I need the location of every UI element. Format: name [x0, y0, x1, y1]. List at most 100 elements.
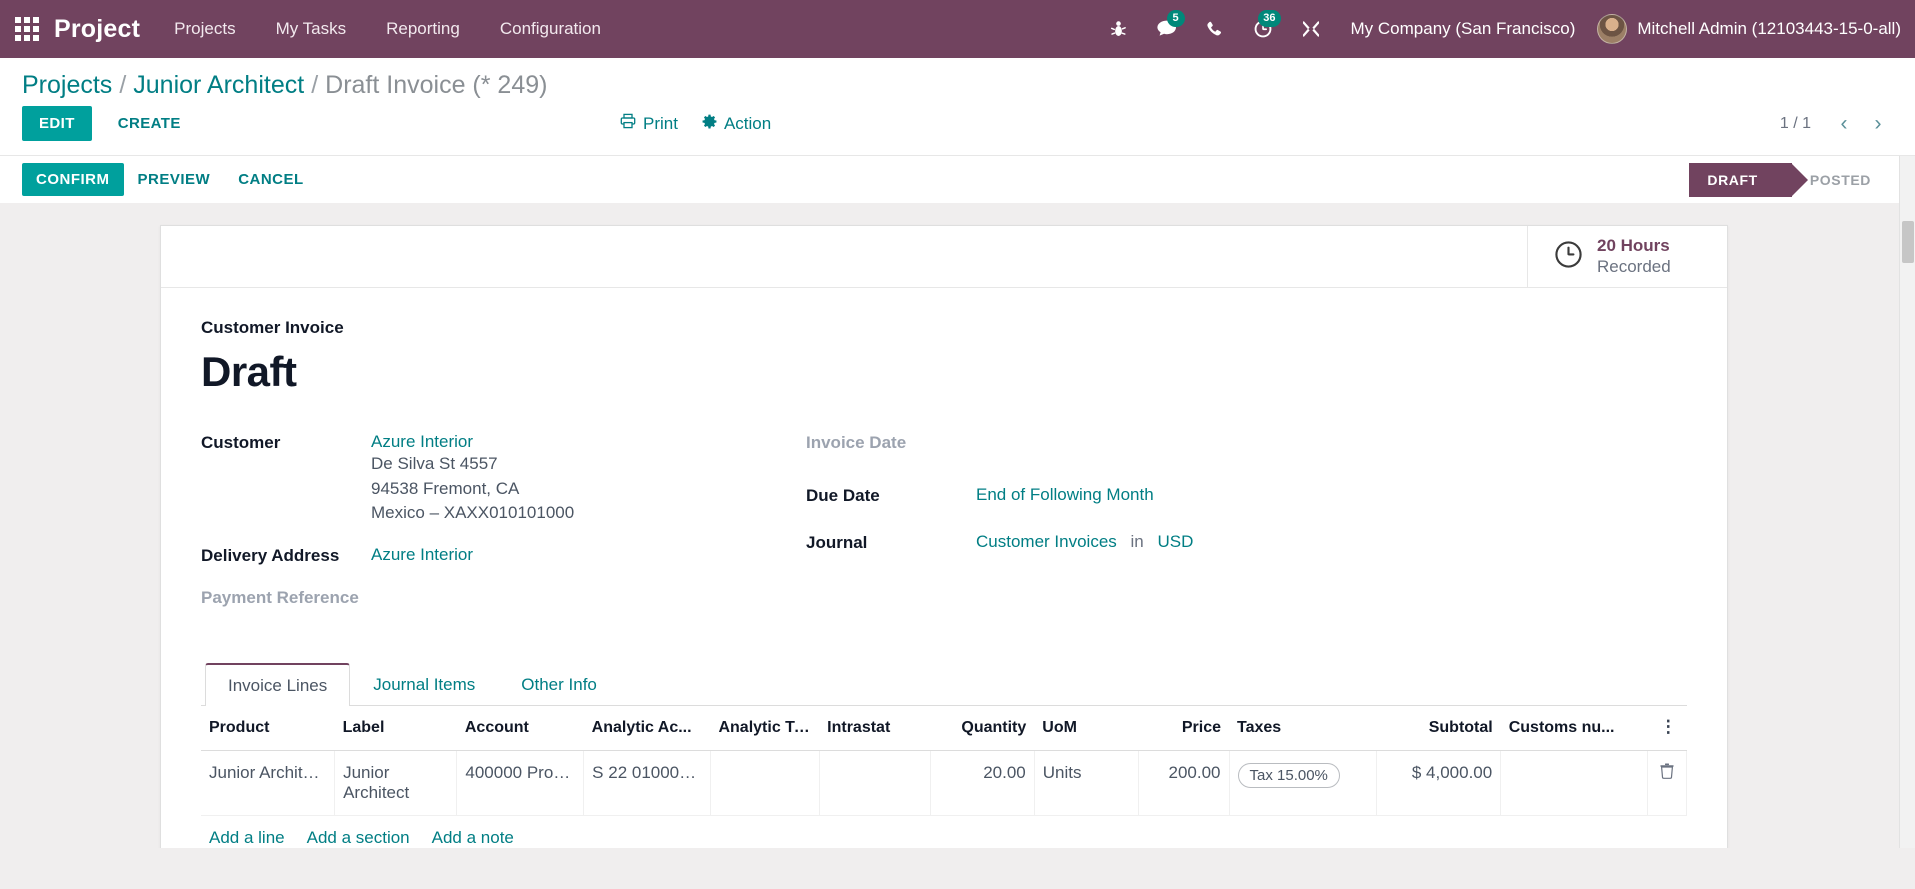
breadcrumb: Projects / Junior Architect / Draft Invo…: [0, 58, 1915, 106]
statusbar: CONFIRM PREVIEW CANCEL DRAFT POSTED: [0, 155, 1915, 203]
edit-button[interactable]: EDIT: [22, 106, 92, 141]
top-navbar: Project Projects My Tasks Reporting Conf…: [0, 0, 1915, 58]
cell-subtotal: $ 4,000.00: [1376, 750, 1502, 816]
chevron-left-icon[interactable]: ‹: [1829, 109, 1859, 139]
nav-item-configuration[interactable]: Configuration: [480, 0, 621, 58]
status-stage-posted[interactable]: POSTED: [1792, 163, 1893, 197]
column-header-taxes[interactable]: Taxes: [1229, 705, 1377, 751]
control-panel-dropdowns: Print Action: [620, 113, 771, 134]
create-button[interactable]: CREATE: [104, 106, 195, 141]
breadcrumb-separator: /: [119, 71, 127, 99]
print-menu[interactable]: Print: [620, 113, 678, 134]
add-a-section-link[interactable]: Add a section: [307, 828, 410, 848]
add-a-note-link[interactable]: Add a note: [432, 828, 514, 848]
user-menu[interactable]: Mitchell Admin (12103443-15-0-all): [1591, 14, 1901, 44]
status-stage-draft[interactable]: DRAFT: [1689, 162, 1809, 197]
phone-icon[interactable]: [1191, 0, 1239, 58]
nav-item-my-tasks[interactable]: My Tasks: [256, 0, 367, 58]
customer-link[interactable]: Azure Interior: [371, 432, 574, 452]
column-header-account[interactable]: Account: [456, 705, 584, 751]
journal-link[interactable]: Customer Invoices: [976, 532, 1117, 551]
column-options-toggle[interactable]: ⋮: [1647, 705, 1687, 751]
pager-counter[interactable]: 1 / 1: [1780, 115, 1825, 133]
form-content-area: 20 Hours Recorded Customer Invoice Draft…: [0, 203, 1915, 848]
field-value-customer: Azure Interior De Silva St 4557 94538 Fr…: [371, 432, 574, 526]
preview-button[interactable]: PREVIEW: [124, 163, 225, 196]
invoice-lines-header-row: Product Label Account Analytic Ac... Ana…: [201, 705, 1687, 751]
smart-button-value: 20 Hours: [1597, 236, 1670, 256]
field-value-due-date: End of Following Month: [976, 485, 1154, 505]
column-header-subtotal[interactable]: Subtotal: [1376, 705, 1501, 751]
apps-grid-icon: [15, 17, 39, 41]
column-header-analytic-account[interactable]: Analytic Ac...: [583, 705, 711, 751]
due-date-link[interactable]: End of Following Month: [976, 485, 1154, 504]
company-switcher[interactable]: My Company (San Francisco): [1335, 19, 1592, 39]
field-delivery-address: Delivery Address Azure Interior: [201, 545, 806, 573]
delivery-address-link[interactable]: Azure Interior: [371, 545, 473, 564]
breadcrumb-item-junior-architect[interactable]: Junior Architect: [133, 71, 304, 100]
breadcrumb-item-projects[interactable]: Projects: [22, 71, 112, 100]
cell-customs-number[interactable]: [1500, 750, 1649, 816]
add-links-row: Add a line Add a section Add a note: [201, 815, 1687, 848]
chevron-right-icon[interactable]: ›: [1863, 109, 1893, 139]
bug-icon[interactable]: [1095, 0, 1143, 58]
notebook-tabs: Invoice Lines Journal Items Other Info: [201, 662, 1687, 706]
delete-line-button[interactable]: [1647, 750, 1687, 816]
tab-invoice-lines[interactable]: Invoice Lines: [205, 662, 351, 706]
scrollbar-thumb[interactable]: [1902, 221, 1914, 263]
printer-icon: [620, 113, 636, 134]
invoice-lines-table: Product Label Account Analytic Ac... Ana…: [201, 705, 1687, 848]
activities-clock-icon[interactable]: 36: [1239, 0, 1287, 58]
notebook: Invoice Lines Journal Items Other Info P…: [201, 662, 1687, 848]
cell-price[interactable]: 200.00: [1138, 750, 1230, 816]
cell-quantity[interactable]: 20.00: [930, 750, 1035, 816]
app-brand-name[interactable]: Project: [54, 15, 154, 44]
confirm-button[interactable]: CONFIRM: [22, 163, 124, 196]
tab-journal-items[interactable]: Journal Items: [350, 663, 498, 706]
column-header-quantity[interactable]: Quantity: [930, 705, 1035, 751]
control-panel-buttons: EDIT CREATE Print Action 1 / 1 ‹ ›: [0, 106, 1915, 155]
field-invoice-date: Invoice Date: [806, 432, 1446, 460]
vertical-scrollbar[interactable]: [1899, 203, 1915, 848]
journal-currency-link[interactable]: USD: [1157, 532, 1193, 551]
control-panel: Projects / Junior Architect / Draft Invo…: [0, 58, 1915, 203]
smart-button-hours-recorded[interactable]: 20 Hours Recorded: [1527, 226, 1727, 287]
smart-button-bar: 20 Hours Recorded: [161, 226, 1727, 288]
cell-label[interactable]: Junior Architect: [334, 750, 458, 816]
tab-other-info[interactable]: Other Info: [498, 663, 620, 706]
cell-uom[interactable]: Units: [1034, 750, 1139, 816]
action-menu[interactable]: Action: [702, 114, 771, 134]
field-label-invoice-date: Invoice Date: [806, 433, 907, 452]
column-header-customs-number[interactable]: Customs nu...: [1500, 705, 1648, 751]
cell-intrastat[interactable]: [819, 750, 931, 816]
nav-item-reporting[interactable]: Reporting: [366, 0, 480, 58]
breadcrumb-current-record: Draft Invoice (* 249): [325, 71, 548, 99]
fields-grid: Customer Azure Interior De Silva St 4557…: [201, 432, 1687, 624]
apps-menu-toggle[interactable]: [0, 0, 54, 58]
tools-icon[interactable]: [1287, 0, 1335, 58]
cell-product[interactable]: Junior Archite...: [201, 750, 336, 816]
navbar-systray: 5 36 My Company (San Francisco) Mitchell…: [1095, 0, 1915, 58]
column-header-uom[interactable]: UoM: [1034, 705, 1139, 751]
column-header-analytic-tags[interactable]: Analytic Ta...: [710, 705, 820, 751]
field-customer: Customer Azure Interior De Silva St 4557…: [201, 432, 806, 526]
column-header-label[interactable]: Label: [334, 705, 457, 751]
cell-account[interactable]: 400000 Produ...: [456, 750, 585, 816]
column-header-price[interactable]: Price: [1138, 705, 1229, 751]
tax-badge: Tax 15.00%: [1237, 762, 1340, 788]
messages-icon[interactable]: 5: [1143, 0, 1191, 58]
cell-taxes[interactable]: Tax 15.00%: [1229, 750, 1377, 816]
field-payment-reference: Payment Reference: [201, 587, 806, 615]
field-label-payment-reference: Payment Reference: [201, 587, 359, 607]
field-value-journal: Customer Invoices in USD: [976, 532, 1193, 552]
add-a-line-link[interactable]: Add a line: [209, 828, 285, 848]
cancel-button[interactable]: CANCEL: [224, 163, 318, 196]
activities-count-badge: 36: [1258, 10, 1281, 27]
nav-item-projects[interactable]: Projects: [154, 0, 255, 58]
column-header-product[interactable]: Product: [201, 705, 335, 751]
cell-analytic-tags[interactable]: [710, 750, 820, 816]
table-row[interactable]: Junior Archite... Junior Architect 40000…: [201, 750, 1687, 816]
cell-analytic-account[interactable]: S 22 0100095...: [583, 750, 711, 816]
column-header-intrastat[interactable]: Intrastat: [819, 705, 931, 751]
document-type-label: Customer Invoice: [201, 318, 344, 337]
